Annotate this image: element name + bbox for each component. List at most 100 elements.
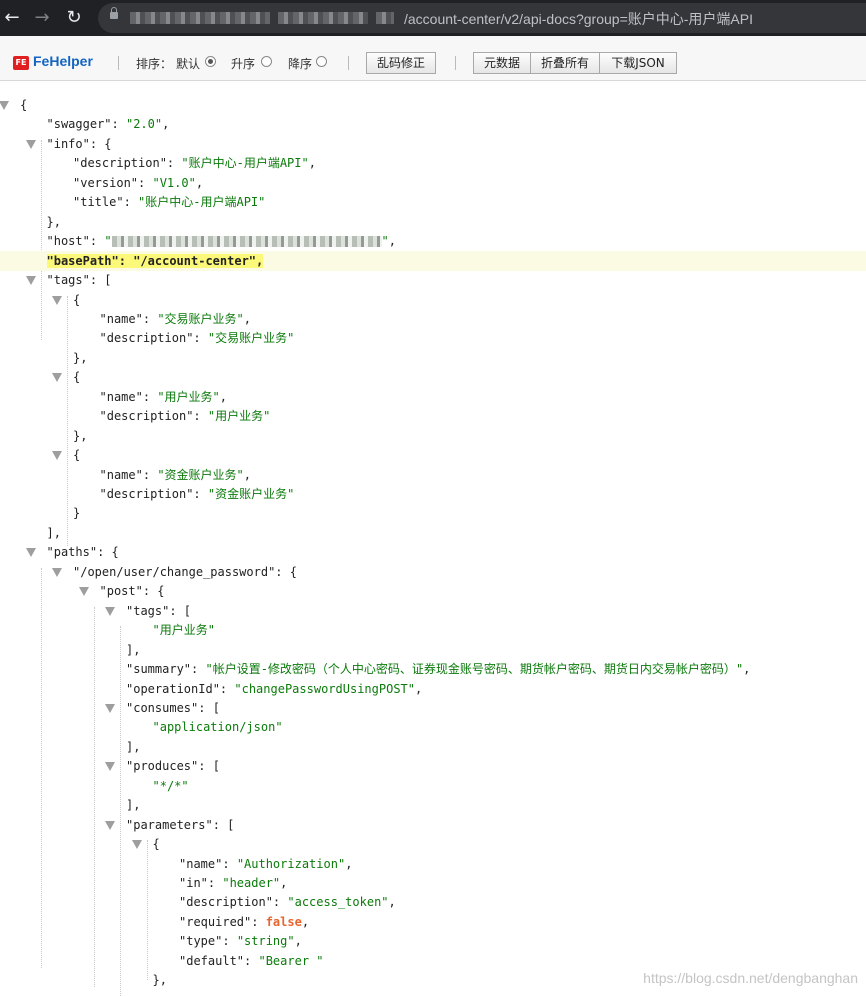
reload-icon[interactable]: ↻ — [62, 6, 86, 30]
json-line-content: { — [73, 290, 80, 310]
divider — [348, 56, 349, 70]
json-key: "in" — [179, 876, 208, 890]
sort-default-radio[interactable] — [205, 56, 216, 67]
json-punct: { — [73, 370, 81, 385]
json-line: "description": "用户业务" — [0, 406, 866, 426]
collapse-toggle-icon[interactable] — [105, 762, 115, 772]
browser-toolbar: ← → ↻ /account-center/v2/api-docs?group=… — [0, 0, 866, 36]
json-line: "parameters": [ — [0, 815, 866, 835]
redacted-host — [278, 12, 368, 24]
json-line: "description": "access_token", — [0, 892, 866, 912]
json-line-content: "tags": [ — [126, 601, 191, 621]
json-key: "name" — [99, 311, 143, 326]
json-line: { — [0, 290, 866, 310]
json-punct: , — [243, 311, 251, 326]
json-line: "description": "账户中心-用户端API", — [0, 153, 866, 173]
watermark: https://blog.csdn.net/dengbanghan — [643, 970, 858, 986]
collapse-toggle-icon[interactable] — [25, 139, 36, 149]
collapse-toggle-icon[interactable] — [105, 606, 115, 616]
json-punct: : — [219, 681, 235, 696]
fix-encoding-button[interactable]: 乱码修正 — [366, 52, 436, 74]
collapse-toggle-icon[interactable] — [52, 451, 62, 461]
json-punct: : [ — [198, 700, 220, 715]
redacted-host — [130, 12, 270, 24]
metadata-button[interactable]: 元数据 — [473, 52, 531, 74]
json-line: { — [0, 367, 866, 387]
json-value: "/account-center" — [133, 253, 257, 268]
json-punct: : — [166, 156, 182, 171]
address-bar[interactable]: /account-center/v2/api-docs?group=账户中心-用… — [98, 3, 866, 33]
json-value: "用户业务" — [152, 623, 215, 638]
json-punct: : — [142, 389, 158, 404]
json-line: "default": "Bearer " — [0, 951, 866, 971]
json-line-content: ], — [126, 640, 140, 660]
json-key: "required" — [179, 914, 252, 929]
sort-asc-radio[interactable] — [261, 56, 272, 67]
json-line-content: "description": "交易账户业务" — [100, 328, 295, 348]
json-key: "description" — [73, 156, 167, 171]
collapse-toggle-icon[interactable] — [52, 567, 62, 577]
collapse-toggle-icon[interactable] — [25, 548, 36, 558]
collapse-toggle-icon[interactable] — [52, 373, 62, 383]
json-punct: }, — [73, 350, 88, 365]
json-punct: }, — [46, 214, 61, 229]
json-punct: ], — [126, 642, 141, 657]
json-value: "Bearer " — [258, 953, 324, 968]
json-punct: : { — [97, 545, 119, 560]
json-punct: : — [142, 467, 158, 482]
json-punct: , — [280, 876, 288, 890]
json-value: "资金账户业务" — [207, 487, 295, 501]
json-key: "operationId" — [126, 681, 220, 696]
json-value: "帐户设置-修改密码（个人中心密码、证券现金账号密码、期货帐户密码、期货日内交易… — [205, 662, 744, 677]
json-line-content: "paths": { — [47, 542, 119, 562]
collapse-toggle-icon[interactable] — [131, 840, 142, 850]
json-line-content: "description": "access_token", — [179, 892, 396, 912]
json-line-content: "swagger": "2.0", — [47, 114, 170, 134]
collapse-toggle-icon[interactable] — [52, 295, 62, 305]
fehelper-brand[interactable]: FeHelper — [33, 53, 93, 69]
json-line-content: ], — [126, 795, 140, 815]
json-line: }, — [0, 348, 866, 368]
json-punct: }, — [73, 428, 88, 443]
collapse-all-button[interactable]: 折叠所有 — [530, 52, 600, 74]
json-line-content: "parameters": [ — [126, 815, 234, 835]
json-line: "version": "V1.0", — [0, 173, 866, 193]
json-punct: : [ — [198, 759, 220, 774]
collapse-toggle-icon[interactable] — [25, 276, 36, 286]
fehelper-logo-icon: FE — [13, 56, 29, 70]
sort-desc-radio[interactable] — [316, 56, 327, 67]
json-value: "header" — [222, 876, 281, 890]
back-icon[interactable]: ← — [0, 6, 24, 30]
json-punct: : — [207, 876, 223, 890]
json-punct: , — [195, 175, 204, 190]
json-line: "用户业务" — [0, 620, 866, 640]
lock-icon — [110, 7, 118, 19]
json-line-content: "type": "string", — [179, 931, 302, 951]
collapse-toggle-icon[interactable] — [78, 587, 89, 597]
json-line: "*/*" — [0, 776, 866, 796]
json-key: "name" — [99, 389, 143, 404]
json-line: } — [0, 503, 866, 523]
json-line-content: "post": { — [100, 581, 165, 601]
collapse-toggle-icon[interactable] — [0, 101, 9, 110]
download-json-button[interactable]: 下载JSON — [599, 52, 677, 74]
json-line-content: "description": "资金账户业务" — [100, 484, 295, 504]
json-line-content: { — [73, 445, 80, 465]
json-line: "application/json" — [0, 717, 866, 737]
json-line-content: "consumes": [ — [126, 698, 220, 718]
json-punct: , — [345, 856, 353, 871]
json-line: "required": false, — [0, 912, 866, 932]
json-value: "用户业务" — [157, 389, 220, 404]
json-line: ], — [0, 795, 866, 815]
collapse-toggle-icon[interactable] — [105, 820, 115, 830]
collapse-toggle-icon[interactable] — [105, 703, 115, 713]
json-key: "type" — [179, 934, 223, 949]
json-punct: : { — [142, 584, 165, 599]
json-key: "tags" — [126, 603, 170, 618]
json-line-content: "info": { — [47, 134, 112, 154]
sort-asc-label: 升序 — [231, 57, 256, 71]
forward-icon[interactable]: → — [30, 6, 54, 30]
json-key: "name" — [179, 856, 223, 871]
json-punct: , — [294, 934, 302, 949]
json-key: "tags" — [46, 273, 90, 288]
